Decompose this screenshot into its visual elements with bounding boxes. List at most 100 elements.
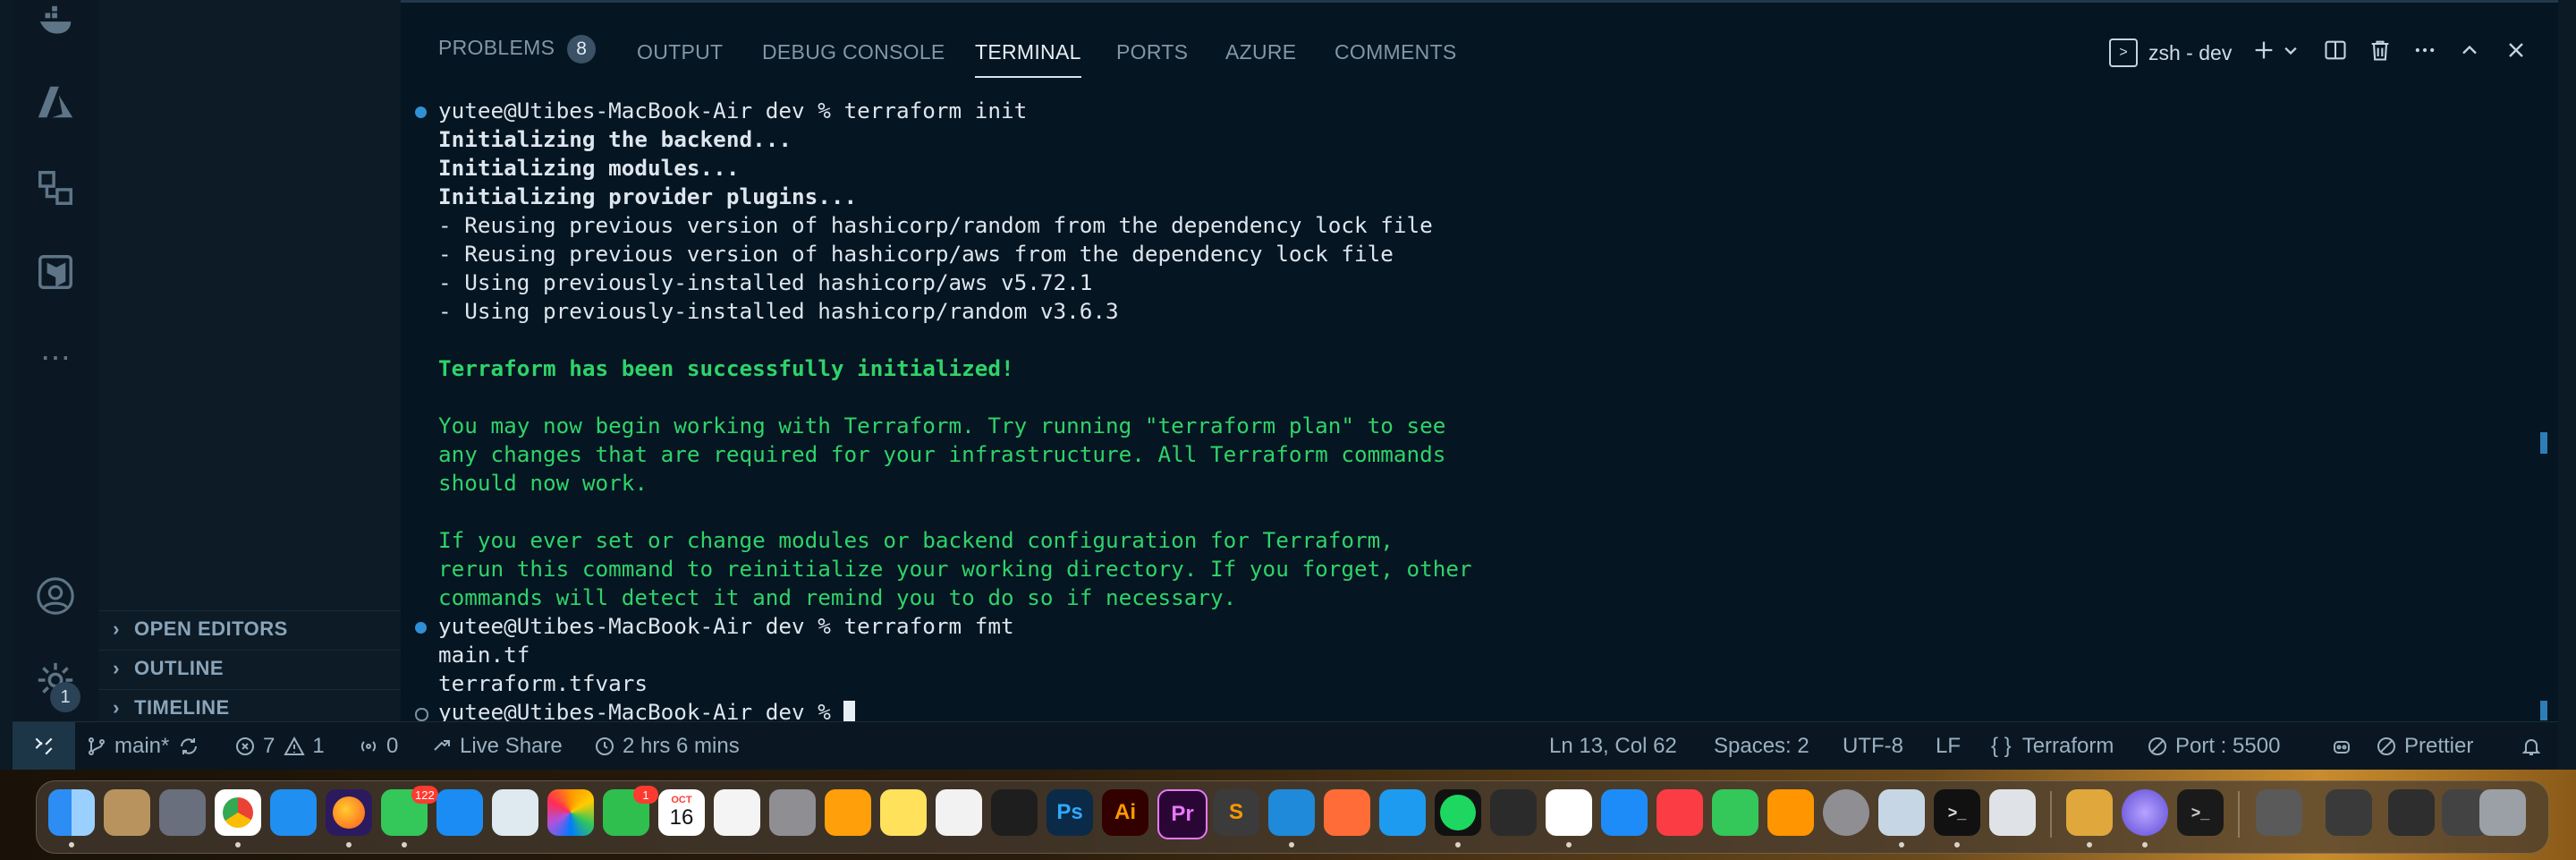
safari-icon[interactable] [270, 789, 317, 836]
tab-output[interactable]: OUTPUT [637, 40, 723, 64]
section-label: OPEN EDITORS [134, 617, 288, 640]
go-live-port[interactable]: Port : 5500 [2147, 722, 2280, 771]
app-store-icon[interactable] [1601, 789, 1648, 836]
illustrator-icon[interactable]: Ai [1102, 789, 1148, 836]
maps-icon[interactable] [492, 789, 538, 836]
notes-icon[interactable] [880, 789, 927, 836]
braces-icon: { } [1991, 734, 2012, 758]
bottom-panel: PROBLEMS 8 OUTPUT DEBUG CONSOLE TERMINAL … [401, 0, 2558, 726]
terminal-selector[interactable]: > zsh - dev [2109, 38, 2232, 67]
iphone-mirroring-icon[interactable] [1989, 789, 2036, 836]
command-status-dot[interactable] [415, 106, 427, 118]
close-panel-icon[interactable] [2501, 35, 2531, 65]
tab-problems[interactable]: PROBLEMS 8 [438, 35, 597, 64]
command-status-dot[interactable] [415, 708, 428, 721]
section-timeline[interactable]: › TIMELINE [98, 689, 401, 726]
minimized-window-icon[interactable] [2388, 789, 2435, 836]
trash-bin-icon[interactable] [2479, 789, 2526, 836]
mail-icon[interactable] [436, 789, 483, 836]
new-terminal-plus-icon[interactable] [2249, 35, 2279, 65]
error-icon [236, 737, 254, 755]
tab-comments[interactable]: COMMENTS [1335, 40, 1457, 64]
slack-icon[interactable] [1546, 789, 1592, 836]
books-icon[interactable] [825, 789, 871, 836]
azure-icon[interactable] [32, 79, 79, 125]
calendar-icon[interactable]: OCT 16 [658, 789, 705, 836]
sublime-text-icon[interactable]: S [1213, 789, 1259, 836]
docker-icon[interactable] [32, 0, 79, 47]
more-actions-icon[interactable] [2410, 35, 2440, 65]
contacts-icon[interactable] [104, 789, 150, 836]
freeform-icon[interactable] [936, 789, 982, 836]
siri-icon[interactable] [2122, 789, 2168, 836]
live-share-button[interactable]: Live Share [431, 722, 563, 771]
problems-count-badge: 8 [567, 35, 597, 64]
line-endings[interactable]: LF [1936, 722, 1961, 771]
terminal-line: any changes that are required for your i… [438, 441, 1446, 467]
spotify-icon[interactable] [1435, 789, 1481, 836]
vscode-icon[interactable] [1268, 789, 1315, 836]
chevron-right-icon: › [113, 617, 120, 640]
split-terminal-icon[interactable] [2320, 35, 2351, 65]
maximize-panel-icon[interactable] [2454, 35, 2485, 65]
tab-azure[interactable]: AZURE [1225, 40, 1296, 64]
archive-utility-icon[interactable] [2066, 789, 2113, 836]
running-indicator [2087, 842, 2092, 847]
photos-icon[interactable] [547, 789, 594, 836]
launchpad-icon[interactable] [159, 789, 206, 836]
scrollbar-marker [2540, 701, 2547, 720]
preview-icon[interactable] [1878, 789, 1925, 836]
running-indicator [1566, 842, 1572, 847]
terminal-output[interactable]: yutee@Utibes-MacBook-Air dev % terraform… [401, 90, 2529, 726]
minimized-window-icon[interactable] [2326, 789, 2372, 836]
finder-icon[interactable] [48, 789, 95, 836]
warning-count: 1 [312, 734, 325, 758]
tab-ports[interactable]: PORTS [1116, 40, 1188, 64]
git-branch[interactable]: main* [86, 722, 207, 771]
postman-icon[interactable] [1324, 789, 1370, 836]
terminal-line: If you ever set or change modules or bac… [438, 527, 1394, 553]
terminal-window-icon[interactable]: >_ [2177, 789, 2224, 836]
chrome-icon[interactable] [215, 789, 261, 836]
tab-terminal[interactable]: TERMINAL [975, 40, 1081, 78]
prettier-status[interactable]: Prettier [2376, 722, 2473, 771]
language-mode[interactable]: { } Terraform [1991, 722, 2114, 771]
terminal-line: - Reusing previous version of hashicorp/… [438, 212, 1433, 238]
terminal-app-icon[interactable]: >_ [1934, 789, 1980, 836]
remote-explorer-icon[interactable] [32, 165, 79, 211]
video-player-icon[interactable] [1490, 789, 1537, 836]
system-settings-icon[interactable] [1823, 789, 1869, 836]
running-indicator [1899, 842, 1904, 847]
indentation[interactable]: Spaces: 2 [1714, 722, 1809, 771]
firefox-icon[interactable] [326, 789, 372, 836]
section-open-editors[interactable]: › OPEN EDITORS [98, 610, 401, 647]
calculator-icon[interactable] [769, 789, 816, 836]
notifications-bell-icon[interactable] [2521, 722, 2549, 771]
chevron-down-icon[interactable] [2275, 35, 2306, 65]
figma-icon[interactable] [991, 789, 1038, 836]
more-icon[interactable]: ⋯ [32, 335, 79, 381]
copilot-icon[interactable] [2331, 722, 2360, 771]
trash-icon[interactable] [2365, 35, 2395, 65]
remote-indicator[interactable] [13, 722, 75, 771]
forwarded-ports-status[interactable]: 0 [358, 722, 398, 771]
photoshop-icon[interactable]: Ps [1046, 789, 1093, 836]
numbers-icon[interactable] [1712, 789, 1758, 836]
tab-debug-console[interactable]: DEBUG CONSOLE [762, 40, 945, 64]
terminal-line: commands will detect it and remind you t… [438, 584, 1237, 610]
minimized-window-icon[interactable] [2256, 789, 2302, 836]
section-outline[interactable]: › OUTLINE [98, 650, 401, 686]
command-status-dot[interactable] [415, 622, 427, 634]
premiere-icon[interactable]: Pr [1157, 789, 1208, 839]
problems-status[interactable]: 7 1 [234, 722, 325, 771]
sync-icon [181, 738, 198, 754]
music-icon[interactable] [1657, 789, 1703, 836]
twitter-icon[interactable] [1379, 789, 1426, 836]
account-icon[interactable] [32, 573, 79, 619]
pages-icon[interactable] [1767, 789, 1814, 836]
terraform-icon[interactable] [32, 249, 79, 295]
cursor-position[interactable]: Ln 13, Col 62 [1549, 722, 1677, 771]
coding-time[interactable]: 2 hrs 6 mins [594, 722, 740, 771]
encoding[interactable]: UTF-8 [1843, 722, 1903, 771]
reminders-icon[interactable] [714, 789, 760, 836]
